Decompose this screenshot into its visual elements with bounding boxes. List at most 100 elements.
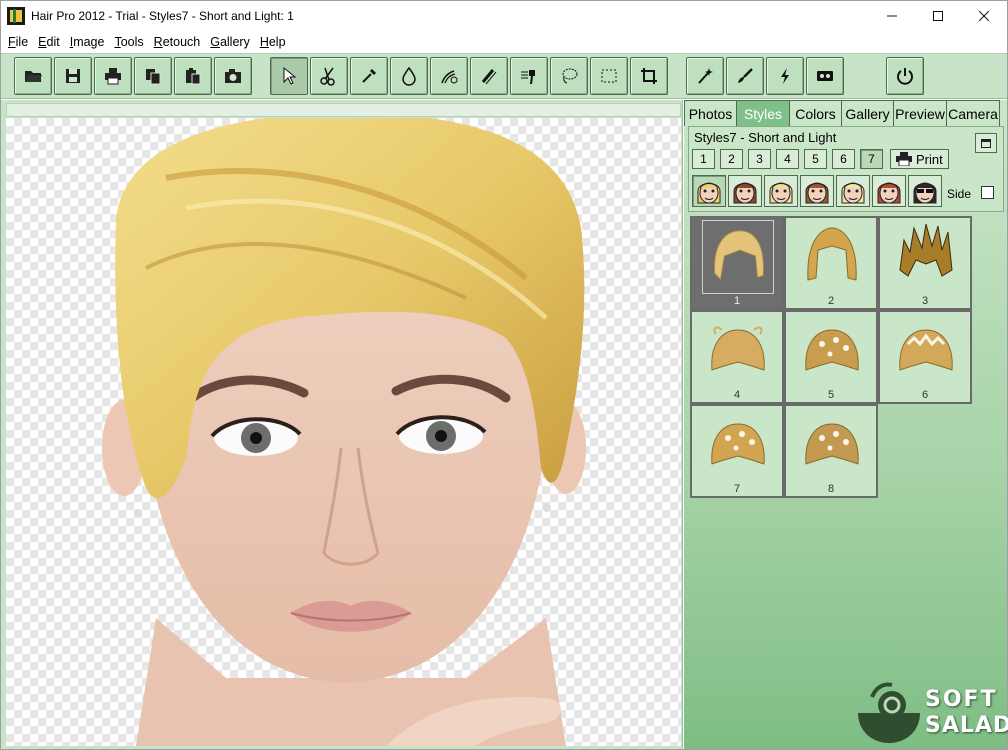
comb-icon [481,69,497,85]
menu-help[interactable]: Help [255,32,291,52]
window-title: Hair Pro 2012 - Trial - Styles7 - Short … [31,9,294,23]
hairstyle-preview-5 [805,329,859,371]
hair-brush-tool-button[interactable] [430,57,468,95]
menu-edit[interactable]: Edit [33,32,65,52]
select-tool-button[interactable] [270,57,308,95]
tab-gallery[interactable]: Gallery [841,100,894,126]
hairstyle-preview-1 [702,220,774,294]
copy-button[interactable] [134,57,172,95]
hair-dryer-icon [521,70,535,85]
face-presets [692,175,942,207]
scissors-tool-button[interactable] [310,57,348,95]
tab-colors[interactable]: Colors [789,100,842,126]
face-blonde-short-button[interactable] [764,175,798,207]
menu-file[interactable]: File [3,32,33,52]
face-sunglasses-button[interactable] [908,175,942,207]
window-icon [981,138,991,148]
close-icon [978,10,990,22]
hairstyle-thumbnail-8[interactable]: 8 [784,404,878,498]
menu-accelerator: G [210,35,220,49]
style-set-3-button[interactable]: 3 [748,149,771,169]
face-blonde-light-button[interactable] [836,175,870,207]
photo-canvas[interactable] [6,118,681,746]
hairstyle-thumbnail-4[interactable]: 4 [690,310,784,404]
open-button[interactable] [14,57,52,95]
lasso-tool-button[interactable] [550,57,588,95]
menu-label: allery [219,35,250,49]
camera-icon [225,69,241,83]
side-label: Side [947,187,972,201]
face-blonde-short-icon [769,182,793,204]
face-blonde-light-icon [841,182,865,204]
menu-label: dit [46,35,60,49]
menu-accelerator: F [8,35,16,49]
drop-icon [402,66,416,86]
menu-label: ools [120,35,144,49]
lasso-icon [562,68,578,84]
face-brunette-long-icon [805,182,829,204]
maximize-button[interactable] [915,1,961,31]
tab-preview[interactable]: Preview [893,100,947,126]
hairstyle-thumbnail-2[interactable]: 2 [784,216,878,310]
style-set-1-button[interactable]: 1 [692,149,715,169]
face-blonde-curly-button[interactable] [692,175,726,207]
tape-button[interactable] [806,57,844,95]
close-button[interactable] [961,1,1007,31]
power-button[interactable] [886,57,924,95]
print-style-button[interactable]: Print [890,149,949,169]
face-red-hair-button[interactable] [872,175,906,207]
tab-styles[interactable]: Styles [736,100,790,126]
drop-tool-button[interactable] [390,57,428,95]
menu-image[interactable]: Image [65,32,110,52]
window-controls [869,1,1007,31]
menu-accelerator: H [259,35,269,49]
style-set-2-button[interactable]: 2 [720,149,743,169]
hairstyle-thumbnail-3[interactable]: 3 [878,216,972,310]
face-brunette-button[interactable] [728,175,762,207]
style-set-6-button[interactable]: 6 [832,149,855,169]
print-icon [896,152,912,166]
paintbrush-button[interactable] [726,57,764,95]
style-set-5-button[interactable]: 5 [804,149,827,169]
lightning-button[interactable] [766,57,804,95]
canvas-area [1,100,683,749]
paste-button[interactable] [174,57,212,95]
hairstyle-thumbnail-7[interactable]: 7 [690,404,784,498]
rect-select-tool-button[interactable] [590,57,628,95]
face-brunette-long-button[interactable] [800,175,834,207]
crop-tool-button[interactable] [630,57,668,95]
save-button[interactable] [54,57,92,95]
maximize-icon [933,11,943,21]
menu-accelerator: E [38,35,47,49]
hairstyle-thumbnail-1[interactable]: 1 [690,216,784,310]
lightning-icon [781,68,789,84]
menu-label: ile [15,35,29,49]
style-set-7-button[interactable]: 7 [860,149,883,169]
tab-camera[interactable]: Camera [946,100,1000,126]
minimize-button[interactable] [869,1,915,31]
menu-retouch[interactable]: Retouch [149,32,206,52]
print-button[interactable] [94,57,132,95]
hairstyle-thumbnail-6[interactable]: 6 [878,310,972,404]
tab-photos[interactable]: Photos [684,100,737,126]
side-checkbox[interactable] [981,186,994,199]
comb-tool-button[interactable] [470,57,508,95]
collapse-panel-button[interactable] [975,133,997,153]
print-label: Print [916,151,943,167]
menu-tools[interactable]: Tools [109,32,148,52]
hairstyle-thumbnail-5[interactable]: 5 [784,310,878,404]
rect-select-icon [601,69,617,83]
canvas-ruler [6,103,681,117]
style-set-4-button[interactable]: 4 [776,149,799,169]
menu-gallery[interactable]: Gallery [205,32,255,52]
paintbrush-icon [738,68,753,83]
eyedropper-tool-button[interactable] [350,57,388,95]
hairstyle-preview-2 [807,227,857,281]
crop-icon [641,68,657,84]
camera-button[interactable] [214,57,252,95]
open-folder-icon [25,71,42,82]
hairstyle-preview-8 [805,423,859,465]
dryer-tool-button[interactable] [510,57,548,95]
magic-wand-button[interactable] [686,57,724,95]
thumbnail-caption: 8 [827,483,835,495]
